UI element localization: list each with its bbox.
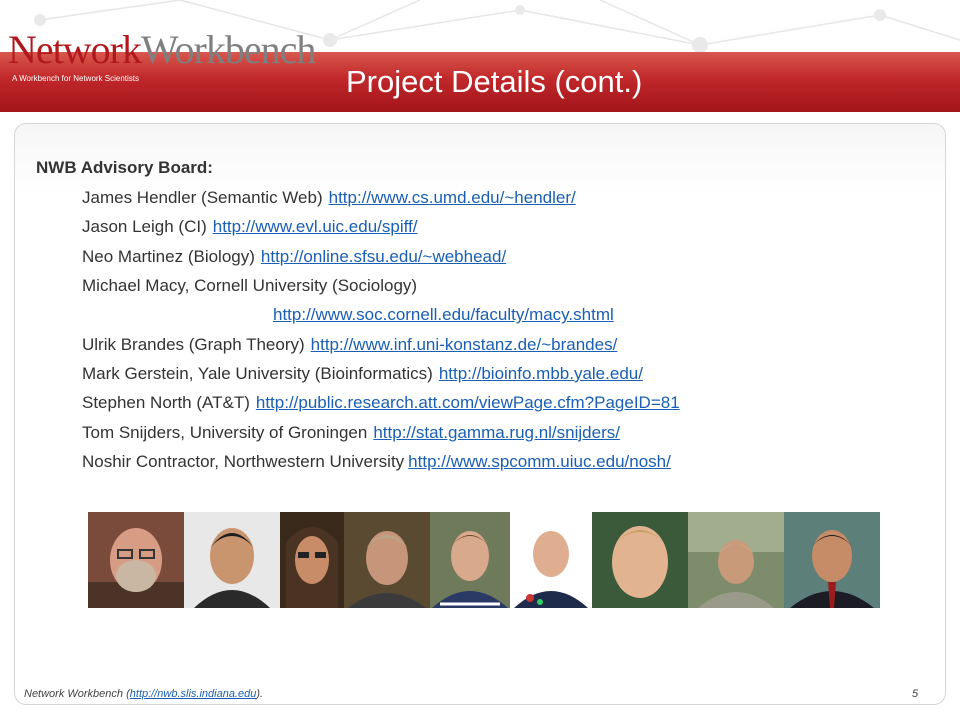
member-link[interactable]: http://stat.gamma.rug.nl/snijders/ <box>373 423 620 442</box>
portrait-photo <box>88 512 184 608</box>
member-macy: Michael Macy, Cornell University (Sociol… <box>82 276 942 325</box>
member-label: Michael Macy, Cornell University (Sociol… <box>82 276 418 296</box>
advisory-board-heading: NWB Advisory Board: <box>36 158 213 177</box>
advisory-board-list: James Hendler (Semantic Web) http://www.c… <box>82 188 942 482</box>
portrait-photo <box>592 512 688 608</box>
member-north: Stephen North (AT&T) http://public.resear… <box>82 393 942 413</box>
member-label: Ulrik Brandes (Graph Theory) <box>82 334 305 354</box>
advisory-board-photos <box>88 512 880 608</box>
portrait-photo <box>344 512 430 608</box>
footer-text: Network Workbench (http://nwb.slis.india… <box>24 688 263 700</box>
member-link[interactable]: http://www.inf.uni-konstanz.de/~brandes/ <box>311 335 618 354</box>
member-link[interactable]: http://www.spcomm.uiuc.edu/nosh/ <box>408 452 671 471</box>
member-link[interactable]: http://www.soc.cornell.edu/faculty/macy.… <box>273 305 942 325</box>
member-gerstein: Mark Gerstein, Yale University (Bioinfor… <box>82 364 942 384</box>
footer-prefix: Network Workbench ( <box>24 688 130 700</box>
member-snijders: Tom Snijders, University of Groningen htt… <box>82 423 942 443</box>
member-contractor: Noshir Contractor, Northwestern Universi… <box>82 452 942 472</box>
network-workbench-logo: NetworkWorkbench A Workbench for Network… <box>8 27 316 84</box>
logo-network-text: Network <box>8 27 142 72</box>
member-label: Stephen North (AT&T) <box>82 393 250 413</box>
member-link[interactable]: http://online.sfsu.edu/~webhead/ <box>261 247 506 266</box>
footer-suffix: ). <box>256 688 264 700</box>
portrait-photo <box>430 512 510 608</box>
member-link[interactable]: http://bioinfo.mbb.yale.edu/ <box>439 364 643 383</box>
member-label: Noshir Contractor, Northwestern Universi… <box>82 452 405 472</box>
member-label: Jason Leigh (CI) <box>82 217 207 237</box>
portrait-photo <box>280 512 344 608</box>
member-leigh: Jason Leigh (CI) http://www.evl.uic.edu/s… <box>82 217 942 237</box>
member-label: Mark Gerstein, Yale University (Bioinfor… <box>82 363 433 383</box>
member-link[interactable]: http://www.evl.uic.edu/spiff/ <box>213 217 418 236</box>
member-label: Tom Snijders, University of Groningen <box>82 422 368 442</box>
footer-link[interactable]: http://nwb.slis.indiana.edu <box>130 688 257 700</box>
portrait-photo <box>184 512 280 608</box>
member-brandes: Ulrik Brandes (Graph Theory) http://www.i… <box>82 335 942 355</box>
page-number: 5 <box>912 688 919 700</box>
logo-workbench-text: Workbench <box>140 27 316 72</box>
portrait-photo <box>784 512 880 608</box>
member-label: James Hendler (Semantic Web) <box>82 188 323 207</box>
portrait-photo <box>688 512 784 608</box>
portrait-photo <box>510 512 592 608</box>
member-hendler: James Hendler (Semantic Web) http://www.c… <box>82 188 942 208</box>
member-label: Neo Martinez (Biology) <box>82 246 255 266</box>
member-link[interactable]: http://www.cs.umd.edu/~hendler/ <box>329 188 576 207</box>
member-martinez: Neo Martinez (Biology) http://online.sfsu… <box>82 247 942 267</box>
member-link[interactable]: http://public.research.att.com/viewPage.… <box>256 393 680 412</box>
slide-title: Project Details (cont.) <box>346 64 643 99</box>
logo-tagline: A Workbench for Network Scientists <box>12 74 140 83</box>
